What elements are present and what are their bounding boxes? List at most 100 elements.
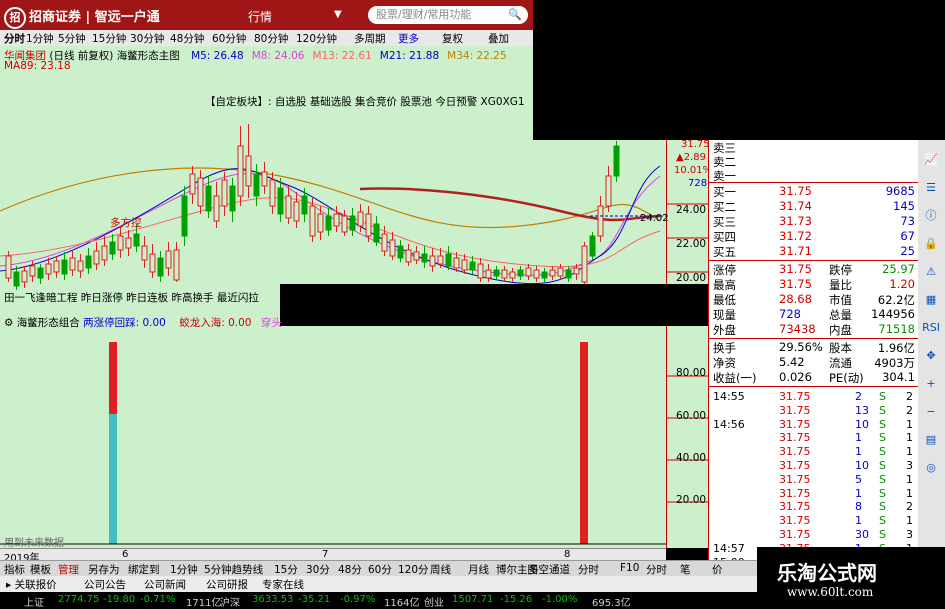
tick-price: 31.75 [779,472,811,486]
tick-count: 2 [906,500,913,514]
stat-value: 25.97 [882,262,915,276]
candle-body [213,195,220,222]
right-tab-3[interactable]: 价 [712,562,723,577]
period-5[interactable]: 48分钟 [170,31,204,46]
template-tab-0[interactable]: 指标 [4,562,25,577]
tick-count: 3 [906,528,913,541]
zoom-out-icon[interactable]: − [921,402,941,422]
menu-tab-4[interactable]: 专家在线 [262,577,304,592]
compass-icon[interactable]: ◎ [921,458,941,478]
template-tab-2[interactable]: 管理 [58,562,79,577]
candle-body [581,245,588,283]
template-tab-1[interactable]: 模板 [30,562,51,577]
list-icon[interactable]: ☰ [921,178,941,198]
period-9[interactable]: 多周期 [354,31,386,46]
right-tab-0[interactable]: F10 [620,562,639,574]
tick-side: S [879,528,886,541]
rsi-icon[interactable]: RSI [921,318,941,338]
watermark-url: www.60lt.com [787,585,874,599]
period-10[interactable]: 更多 [398,31,419,46]
stat-label: 量比 [829,278,852,292]
period-0[interactable]: 分时 [4,31,25,46]
stat-label: 总量 [829,308,852,322]
period-6[interactable]: 60分钟 [212,31,246,46]
period-7[interactable]: 80分钟 [254,31,288,46]
tick-time: 14:56 [713,417,745,431]
ma-value: M5: 26.48 [191,50,244,62]
period-2[interactable]: 5分钟 [58,31,86,46]
tick-volume: 1 [855,514,862,528]
template-tab-13[interactable]: 月线 [468,562,489,577]
template-tab-15[interactable]: 多空通道 [528,562,570,577]
alert-icon[interactable]: ⚠ [921,262,941,282]
template-tab-7[interactable]: 15分 [274,562,298,577]
tick-volume: 13 [855,403,869,417]
candle-body [133,233,140,247]
search-icon[interactable]: 🔍 [508,6,522,24]
axis-label: 22.00 [676,238,707,250]
period-3[interactable]: 15分钟 [92,31,126,46]
tab-quote[interactable]: 行情 [248,8,272,25]
orderbook-label: 买一 [713,185,736,199]
candle-body [61,259,68,275]
template-tab-11[interactable]: 120分 [398,562,429,577]
template-tab-9[interactable]: 48分 [338,562,362,577]
period-11[interactable]: 复权 [442,31,463,46]
custom-block-bar[interactable]: 【自定板块】: 自选股 基础选股 集合竞价 股票池 今日预警 XG0XG1 [205,94,525,109]
candle-body [77,260,84,272]
stat-value: 1.20 [889,277,915,291]
stat-row: 现量 728 总量 144956 [713,307,919,322]
template-tab-6[interactable]: 5分钟趋势线 [204,562,263,577]
candle-body [325,215,332,231]
indicator-name[interactable]: 海鳖形态主图 [117,50,180,62]
tick-side: S [879,445,886,459]
tick-volume: 10 [855,459,869,472]
period-12[interactable]: 叠加 [488,31,509,46]
fund-label: 流通 [829,356,852,370]
lock-icon[interactable]: 🔒 [921,234,941,254]
candle-body [541,271,548,279]
tick-volume: 1 [855,445,862,459]
zoom-in-icon[interactable]: + [921,374,941,394]
fundamental-row: 换手 29.56% 股本 1.96亿 [713,340,919,355]
nav-icon[interactable]: ✥ [921,346,941,366]
candle-body [493,269,500,277]
right-tab-1[interactable]: 分时 [646,562,667,577]
menu-tab-2[interactable]: 公司新闻 [144,577,186,592]
info-icon[interactable]: ⓘ [921,206,941,226]
template-tab-5[interactable]: 1分钟 [170,562,198,577]
template-tab-16[interactable]: 分时 [578,562,599,577]
orderbook-price: 31.72 [779,229,812,243]
template-tab-10[interactable]: 60分 [368,562,392,577]
candle-body [381,233,388,252]
template-tab-8[interactable]: 30分 [306,562,330,577]
period-8[interactable]: 120分钟 [296,31,337,46]
menu-tab-1[interactable]: 公司公告 [84,577,126,592]
chevron-down-icon[interactable]: ▼ [334,9,342,20]
index-status-item: 1507.71 [452,594,494,605]
chart-icon[interactable]: 📈 [921,150,941,170]
period-4[interactable]: 30分钟 [130,31,164,46]
menu-tab-0[interactable]: ▸ 关联报价 [6,577,57,592]
tick-row: 31.75 1 S 1 [713,487,919,501]
template-tab-3[interactable]: 另存为 [88,562,120,577]
candle-body [229,185,236,212]
candle-body [125,237,132,249]
gear-icon[interactable]: ⚙ [4,317,13,329]
template-tab-12[interactable]: 周线 [430,562,451,577]
tick-row: 14:56 31.75 10 S 1 [713,418,919,432]
tool-icon-bar: 📈 ☰ ⓘ 🔒 ⚠ ▦ RSI ✥ + − ▤ ◎ [918,140,945,560]
orderbook-label: 买五 [713,245,736,259]
tick-price: 31.75 [779,500,811,514]
right-tab-2[interactable]: 笔 [680,562,691,577]
candle-body [309,205,316,237]
index-status-item: -15.26 [500,594,533,605]
tick-side: S [879,390,886,403]
grid-icon[interactable]: ▤ [921,430,941,450]
search-input[interactable]: 股票/理财/常用功能 🔍 [368,6,528,24]
candle-body [549,269,556,277]
period-1[interactable]: 1分钟 [26,31,54,46]
table-icon[interactable]: ▦ [921,290,941,310]
menu-tab-3[interactable]: 公司研报 [206,577,248,592]
template-tab-4[interactable]: 绑定到 [128,562,160,577]
